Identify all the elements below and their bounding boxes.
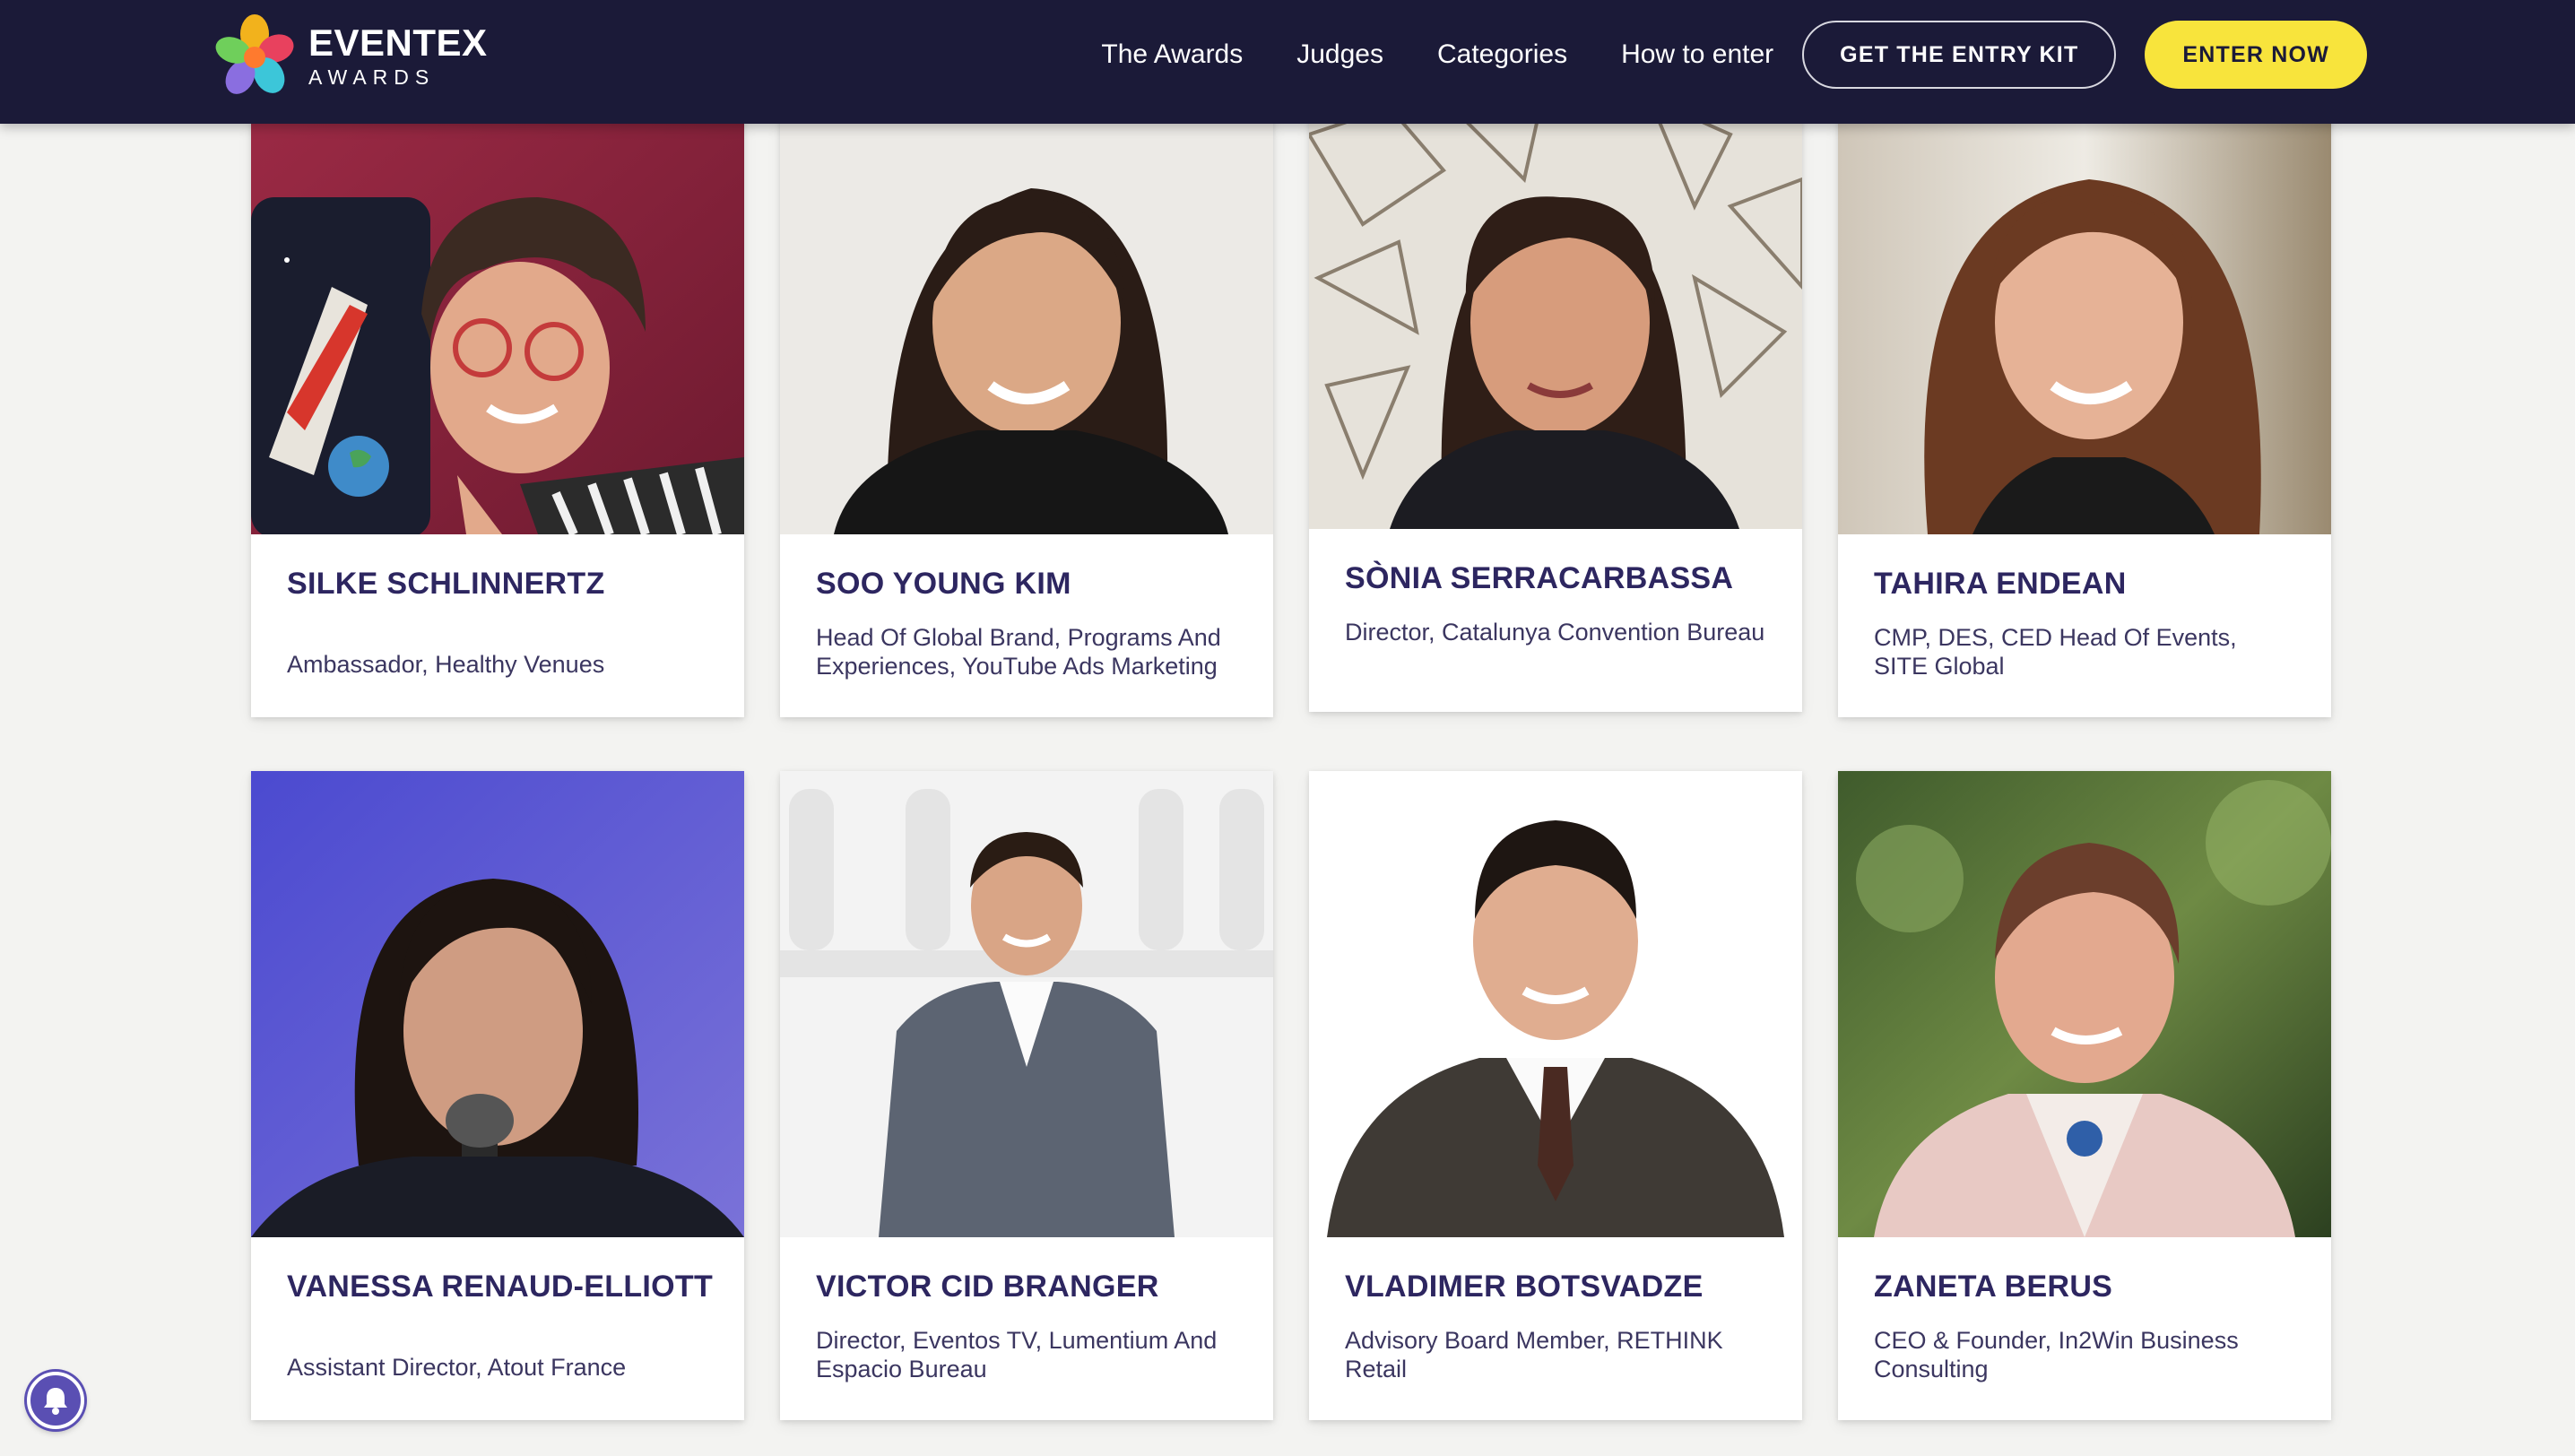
judge-card[interactable]: SOO YOUNG KIM Head Of Global Brand, Prog… <box>780 99 1273 717</box>
judge-card[interactable]: VLADIMER BOTSVADZE Advisory Board Member… <box>1309 771 1802 1420</box>
judge-photo <box>251 771 744 1237</box>
judge-card[interactable]: VICTOR CID BRANGER Director, Eventos TV,… <box>780 771 1273 1420</box>
judge-name: SOO YOUNG KIM <box>816 567 1071 601</box>
notification-bell-button[interactable] <box>27 1372 84 1429</box>
eventex-flower-logo-icon <box>215 14 294 94</box>
judge-role: Ambassador, Healthy Venues <box>287 651 605 678</box>
judge-photo <box>251 99 744 534</box>
judge-photo <box>1309 771 1802 1237</box>
get-entry-kit-button[interactable]: GET THE ENTRY KIT <box>1802 21 2117 89</box>
judge-photo <box>1838 771 2331 1237</box>
enter-now-button[interactable]: ENTER NOW <box>2145 21 2367 89</box>
judge-name: VLADIMER BOTSVADZE <box>1345 1270 1704 1304</box>
judge-role: CMP, DES, CED Head Of Events, SITE Globa… <box>1874 624 2237 680</box>
judge-role: Head Of Global Brand, Programs And Exper… <box>816 624 1221 680</box>
judge-card[interactable]: SÒNIA SERRACARBASSA Director, Catalunya … <box>1309 99 1802 712</box>
nav-categories[interactable]: Categories <box>1437 39 1567 70</box>
judge-photo <box>780 99 1273 534</box>
judge-role: Assistant Director, Atout France <box>287 1354 627 1381</box>
main-nav: The Awards Judges Categories How to ente… <box>1101 21 2367 89</box>
bell-icon <box>44 1388 67 1415</box>
judge-name: ZANETA BERUS <box>1874 1270 2113 1304</box>
judge-photo <box>1309 99 1802 529</box>
site-header: EVENTEX AWARDS The Awards Judges Categor… <box>0 0 2575 124</box>
judge-card[interactable]: SILKE SCHLINNERTZ Ambassador, Healthy Ve… <box>251 99 744 717</box>
nav-judges[interactable]: Judges <box>1296 39 1383 70</box>
judge-card[interactable]: TAHIRA ENDEAN CMP, DES, CED Head Of Even… <box>1838 99 2331 717</box>
judge-role: Advisory Board Member, RETHINK Retail <box>1345 1327 1723 1382</box>
judge-role: CEO & Founder, In2Win Business Consultin… <box>1874 1327 2239 1382</box>
nav-the-awards[interactable]: The Awards <box>1101 39 1243 70</box>
logo-sub: AWARDS <box>308 65 436 89</box>
judge-photo <box>1838 99 2331 534</box>
judge-name: SILKE SCHLINNERTZ <box>287 567 605 601</box>
eventex-logo[interactable]: EVENTEX AWARDS <box>213 11 488 100</box>
judge-name: VANESSA RENAUD-ELLIOTT <box>287 1270 714 1304</box>
judge-name: VICTOR CID BRANGER <box>816 1270 1159 1304</box>
judge-role: Director, Catalunya Convention Bureau <box>1345 619 1765 646</box>
judge-photo <box>780 771 1273 1237</box>
judge-name: TAHIRA ENDEAN <box>1874 567 2127 601</box>
logo-name: EVENTEX <box>308 21 488 64</box>
judge-name: SÒNIA SERRACARBASSA <box>1345 561 1734 595</box>
judge-card[interactable]: ZANETA BERUS CEO & Founder, In2Win Busin… <box>1838 771 2331 1420</box>
judge-card[interactable]: VANESSA RENAUD-ELLIOTT Assistant Directo… <box>251 771 744 1420</box>
nav-how-to-enter[interactable]: How to enter <box>1621 39 1773 70</box>
judge-role: Director, Eventos TV, Lumentium And Espa… <box>816 1327 1218 1382</box>
